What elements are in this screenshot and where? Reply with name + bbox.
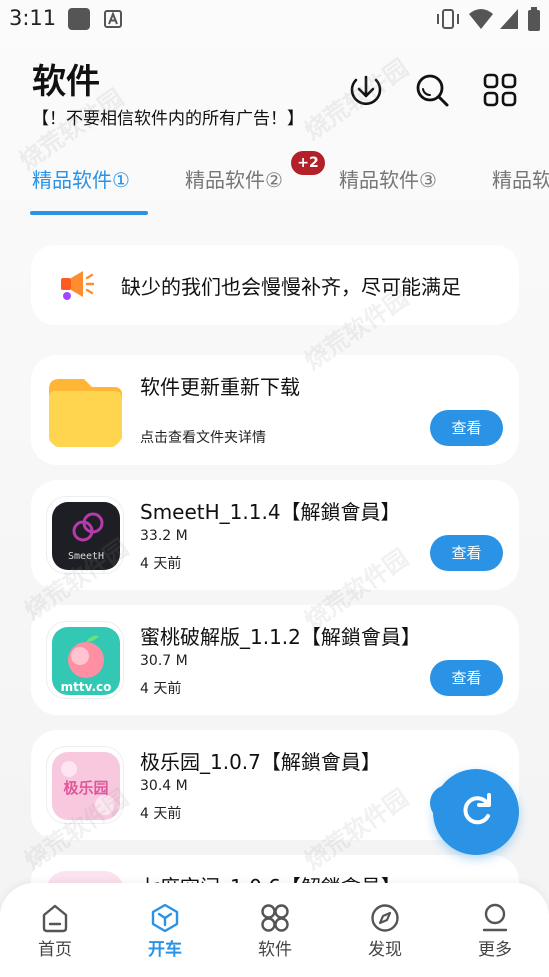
app-icon-jileyuan: 极乐园 — [46, 746, 124, 824]
smeeth-icon-text: SmeetH — [67, 551, 105, 562]
nav-drive-label: 开车 — [148, 940, 182, 960]
view-button[interactable]: 查看 — [430, 660, 503, 696]
peach-icon-text: mttv.co — [60, 680, 112, 694]
user-icon — [482, 903, 508, 932]
bottom-nav: 首页 开车 软件 发现 更多 — [0, 883, 549, 977]
card-time: 4 天前 — [140, 806, 182, 822]
folder-icon — [46, 371, 124, 449]
active-tab-indicator — [30, 211, 148, 215]
card-time: 4 天前 — [140, 556, 182, 572]
nav-more[interactable]: 更多 — [440, 883, 549, 977]
wifi-icon — [469, 9, 493, 29]
refresh-icon — [463, 793, 491, 825]
card-title: 极乐园_1.0.7【解鎖會員】 — [140, 750, 381, 774]
jileyuan-icon-text: 极乐园 — [63, 779, 109, 797]
page-subtitle: 【！不要相信软件内的所有广告！】 — [32, 109, 304, 129]
smeeth-logo-icon — [52, 502, 120, 570]
tab-badge: +2 — [291, 151, 325, 175]
page-title: 软件 — [32, 62, 100, 102]
download-icon[interactable] — [348, 72, 384, 108]
nav-home-label: 首页 — [38, 940, 72, 960]
nav-drive[interactable]: 开车 — [110, 883, 220, 977]
card-size: 33.2 M — [140, 528, 188, 544]
tab-premium-1[interactable]: 精品软件① — [32, 164, 130, 193]
status-bar: 3:11 — [0, 0, 549, 38]
battery-icon — [528, 7, 540, 31]
app-notification-icon — [68, 8, 90, 30]
status-time: 3:11 — [9, 6, 57, 30]
nav-software-label: 软件 — [258, 940, 292, 960]
nav-home[interactable]: 首页 — [0, 883, 110, 977]
card-description: 点击查看文件夹详情 — [140, 430, 266, 446]
app-icon-smeeth: SmeetH — [46, 496, 124, 574]
nav-software[interactable]: 软件 — [220, 883, 330, 977]
compass-icon — [371, 904, 399, 932]
search-icon[interactable] — [414, 72, 450, 108]
megaphone-icon — [61, 271, 95, 300]
list-item[interactable]: SmeetH SmeetH_1.1.4【解鎖會員】 33.2 M 4 天前 查看 — [31, 480, 519, 590]
view-button[interactable]: 查看 — [430, 410, 503, 446]
tab-premium-4[interactable]: 精品软件④ — [492, 164, 549, 193]
nav-more-label: 更多 — [478, 940, 512, 960]
view-button[interactable]: 查看 — [430, 535, 503, 571]
card-title: SmeetH_1.1.4【解鎖會員】 — [140, 500, 401, 524]
category-tabs: 精品软件① 精品软件② 精品软件③ 精品软件④ — [0, 150, 549, 220]
vibrate-icon — [437, 9, 459, 29]
app-icon-peach: mttv.co — [46, 621, 124, 699]
card-title: 软件更新重新下载 — [140, 375, 300, 399]
nav-discover-label: 发现 — [368, 940, 402, 960]
card-size: 30.7 M — [140, 653, 188, 669]
list-item[interactable]: 软件更新重新下载 点击查看文件夹详情 查看 — [31, 355, 519, 465]
refresh-button[interactable] — [433, 769, 519, 855]
signal-icon — [500, 9, 518, 29]
cube-icon — [151, 903, 179, 933]
grid-icon[interactable] — [482, 72, 518, 108]
nav-discover[interactable]: 发现 — [330, 883, 440, 977]
notice-banner: 缺少的我们也会慢慢补齐，尽可能满足 — [31, 245, 519, 325]
card-size: 30.4 M — [140, 778, 188, 794]
notice-text: 缺少的我们也会慢慢补齐，尽可能满足 — [121, 275, 461, 299]
list-item[interactable]: mttv.co 蜜桃破解版_1.1.2【解鎖會員】 30.7 M 4 天前 查看 — [31, 605, 519, 715]
tab-premium-2[interactable]: 精品软件② — [185, 164, 283, 193]
home-icon — [42, 904, 68, 933]
tab-premium-3[interactable]: 精品软件③ — [339, 164, 437, 193]
card-time: 4 天前 — [140, 681, 182, 697]
apps-icon — [261, 904, 289, 932]
card-title: 蜜桃破解版_1.1.2【解鎖會員】 — [140, 625, 421, 649]
text-notification-icon — [104, 10, 122, 28]
